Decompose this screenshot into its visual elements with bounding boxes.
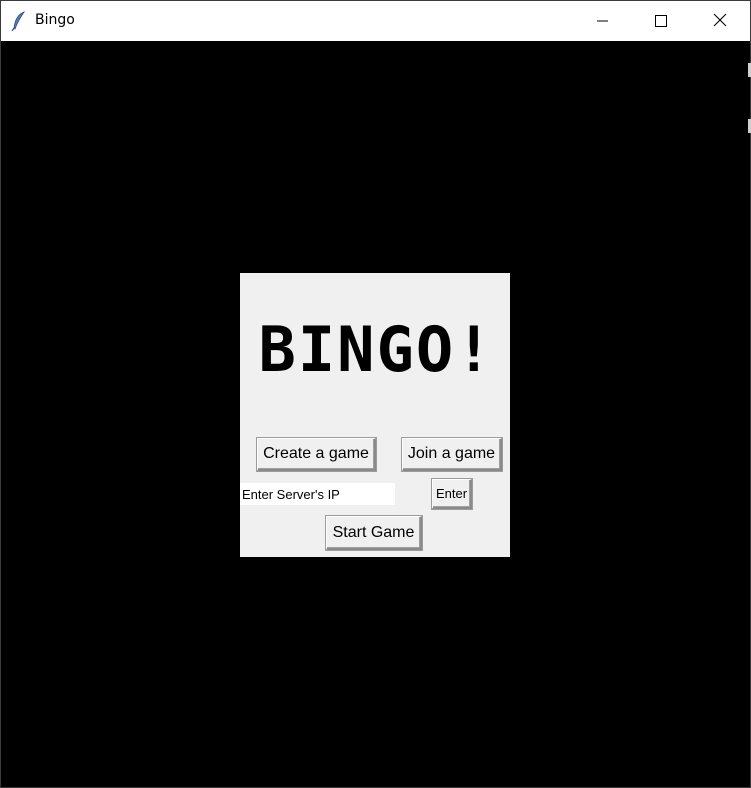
create-game-button[interactable]: Create a game xyxy=(257,438,376,471)
start-game-button[interactable]: Start Game xyxy=(326,516,422,550)
title-bar[interactable]: Bingo xyxy=(1,1,750,41)
join-game-button[interactable]: Join a game xyxy=(402,438,502,471)
close-icon xyxy=(713,12,727,31)
feather-icon xyxy=(11,11,27,32)
window-title: Bingo xyxy=(35,12,75,28)
maximize-icon xyxy=(655,12,667,31)
close-button[interactable] xyxy=(691,1,749,41)
enter-button[interactable]: Enter xyxy=(432,479,472,509)
server-ip-input[interactable] xyxy=(240,483,395,505)
game-heading: BINGO! xyxy=(258,313,495,386)
minimize-icon xyxy=(597,12,609,31)
app-window: Bingo BINGO! Create a game Join a game E… xyxy=(0,0,751,788)
minimize-button[interactable] xyxy=(574,1,632,41)
maximize-button[interactable] xyxy=(632,1,690,41)
